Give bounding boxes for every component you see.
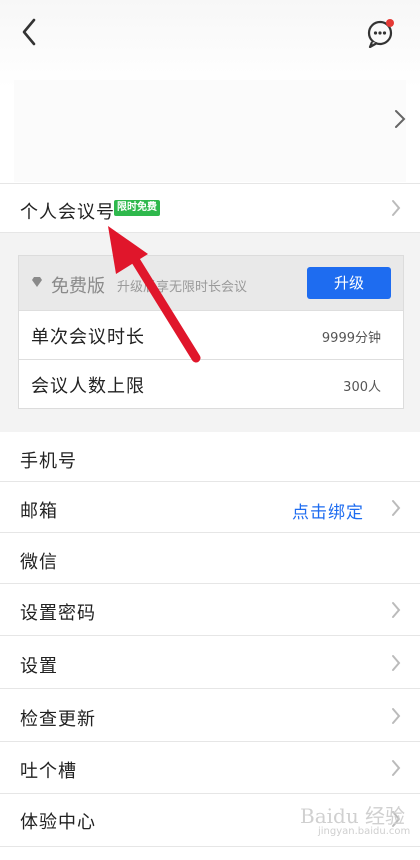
watermark-url: jingyan.baidu.com xyxy=(318,826,411,837)
menu-item-password[interactable]: 设置密码 xyxy=(0,584,420,636)
plan-card-header: 免费版 升级后享无限时长会议 升级 xyxy=(19,256,403,310)
menu-item-phone[interactable]: 手机号 xyxy=(0,432,420,482)
menu-item-label: 设置密码 xyxy=(20,603,96,624)
plan-row-value: 300人 xyxy=(343,380,381,395)
menu-item-email[interactable]: 邮箱 点击绑定 xyxy=(0,482,420,533)
menu-item-label: 设置 xyxy=(20,656,58,677)
plan-card: 免费版 升级后享无限时长会议 升级 单次会议时长 9999分钟 会议人数上限 3… xyxy=(18,255,404,409)
menu-item-label: 检查更新 xyxy=(20,709,96,730)
email-bind-link[interactable]: 点击绑定 xyxy=(292,498,364,523)
chevron-right-icon xyxy=(392,500,401,516)
header-blur xyxy=(0,0,420,88)
menu-item-label: 手机号 xyxy=(20,451,77,472)
personal-meeting-id-row[interactable]: 个人会议号 xyxy=(0,183,420,233)
chevron-right-icon xyxy=(395,110,406,128)
chevron-right-icon xyxy=(392,760,401,776)
profile-card-blurred[interactable] xyxy=(14,80,406,182)
menu-item-wechat[interactable]: 微信 xyxy=(0,533,420,584)
plan-row: 单次会议时长 9999分钟 xyxy=(19,310,403,359)
back-arrow-icon[interactable] xyxy=(16,14,44,50)
chevron-right-icon xyxy=(392,708,401,724)
menu-item-label: 微信 xyxy=(20,552,58,573)
menu-item-feedback[interactable]: 吐个槽 xyxy=(0,742,420,794)
chevron-right-icon xyxy=(392,655,401,671)
chevron-right-icon xyxy=(392,200,401,216)
menu-item-check-update[interactable]: 检查更新 xyxy=(0,689,420,742)
menu-item-settings[interactable]: 设置 xyxy=(0,636,420,689)
plan-row-key: 会议人数上限 xyxy=(31,376,145,397)
plan-row: 会议人数上限 300人 xyxy=(19,359,403,408)
plan-promo: 升级后享无限时长会议 xyxy=(117,280,248,295)
menu-item-label: 邮箱 xyxy=(20,501,58,522)
chevron-right-icon xyxy=(392,602,401,618)
meeting-id-label: 个人会议号 xyxy=(20,202,115,223)
upgrade-button[interactable]: 升级 xyxy=(307,267,391,299)
watermark-logo: Baidu 经验 xyxy=(300,804,406,828)
plan-version: 免费版 xyxy=(51,276,105,297)
menu-item-label: 吐个槽 xyxy=(20,761,77,782)
message-icon[interactable] xyxy=(366,18,396,48)
menu-item-label: 体验中心 xyxy=(20,812,96,833)
plan-row-key: 单次会议时长 xyxy=(31,327,145,348)
diamond-icon xyxy=(32,277,42,287)
free-badge: 限时免费 xyxy=(114,200,160,216)
plan-row-value: 9999分钟 xyxy=(321,331,381,346)
